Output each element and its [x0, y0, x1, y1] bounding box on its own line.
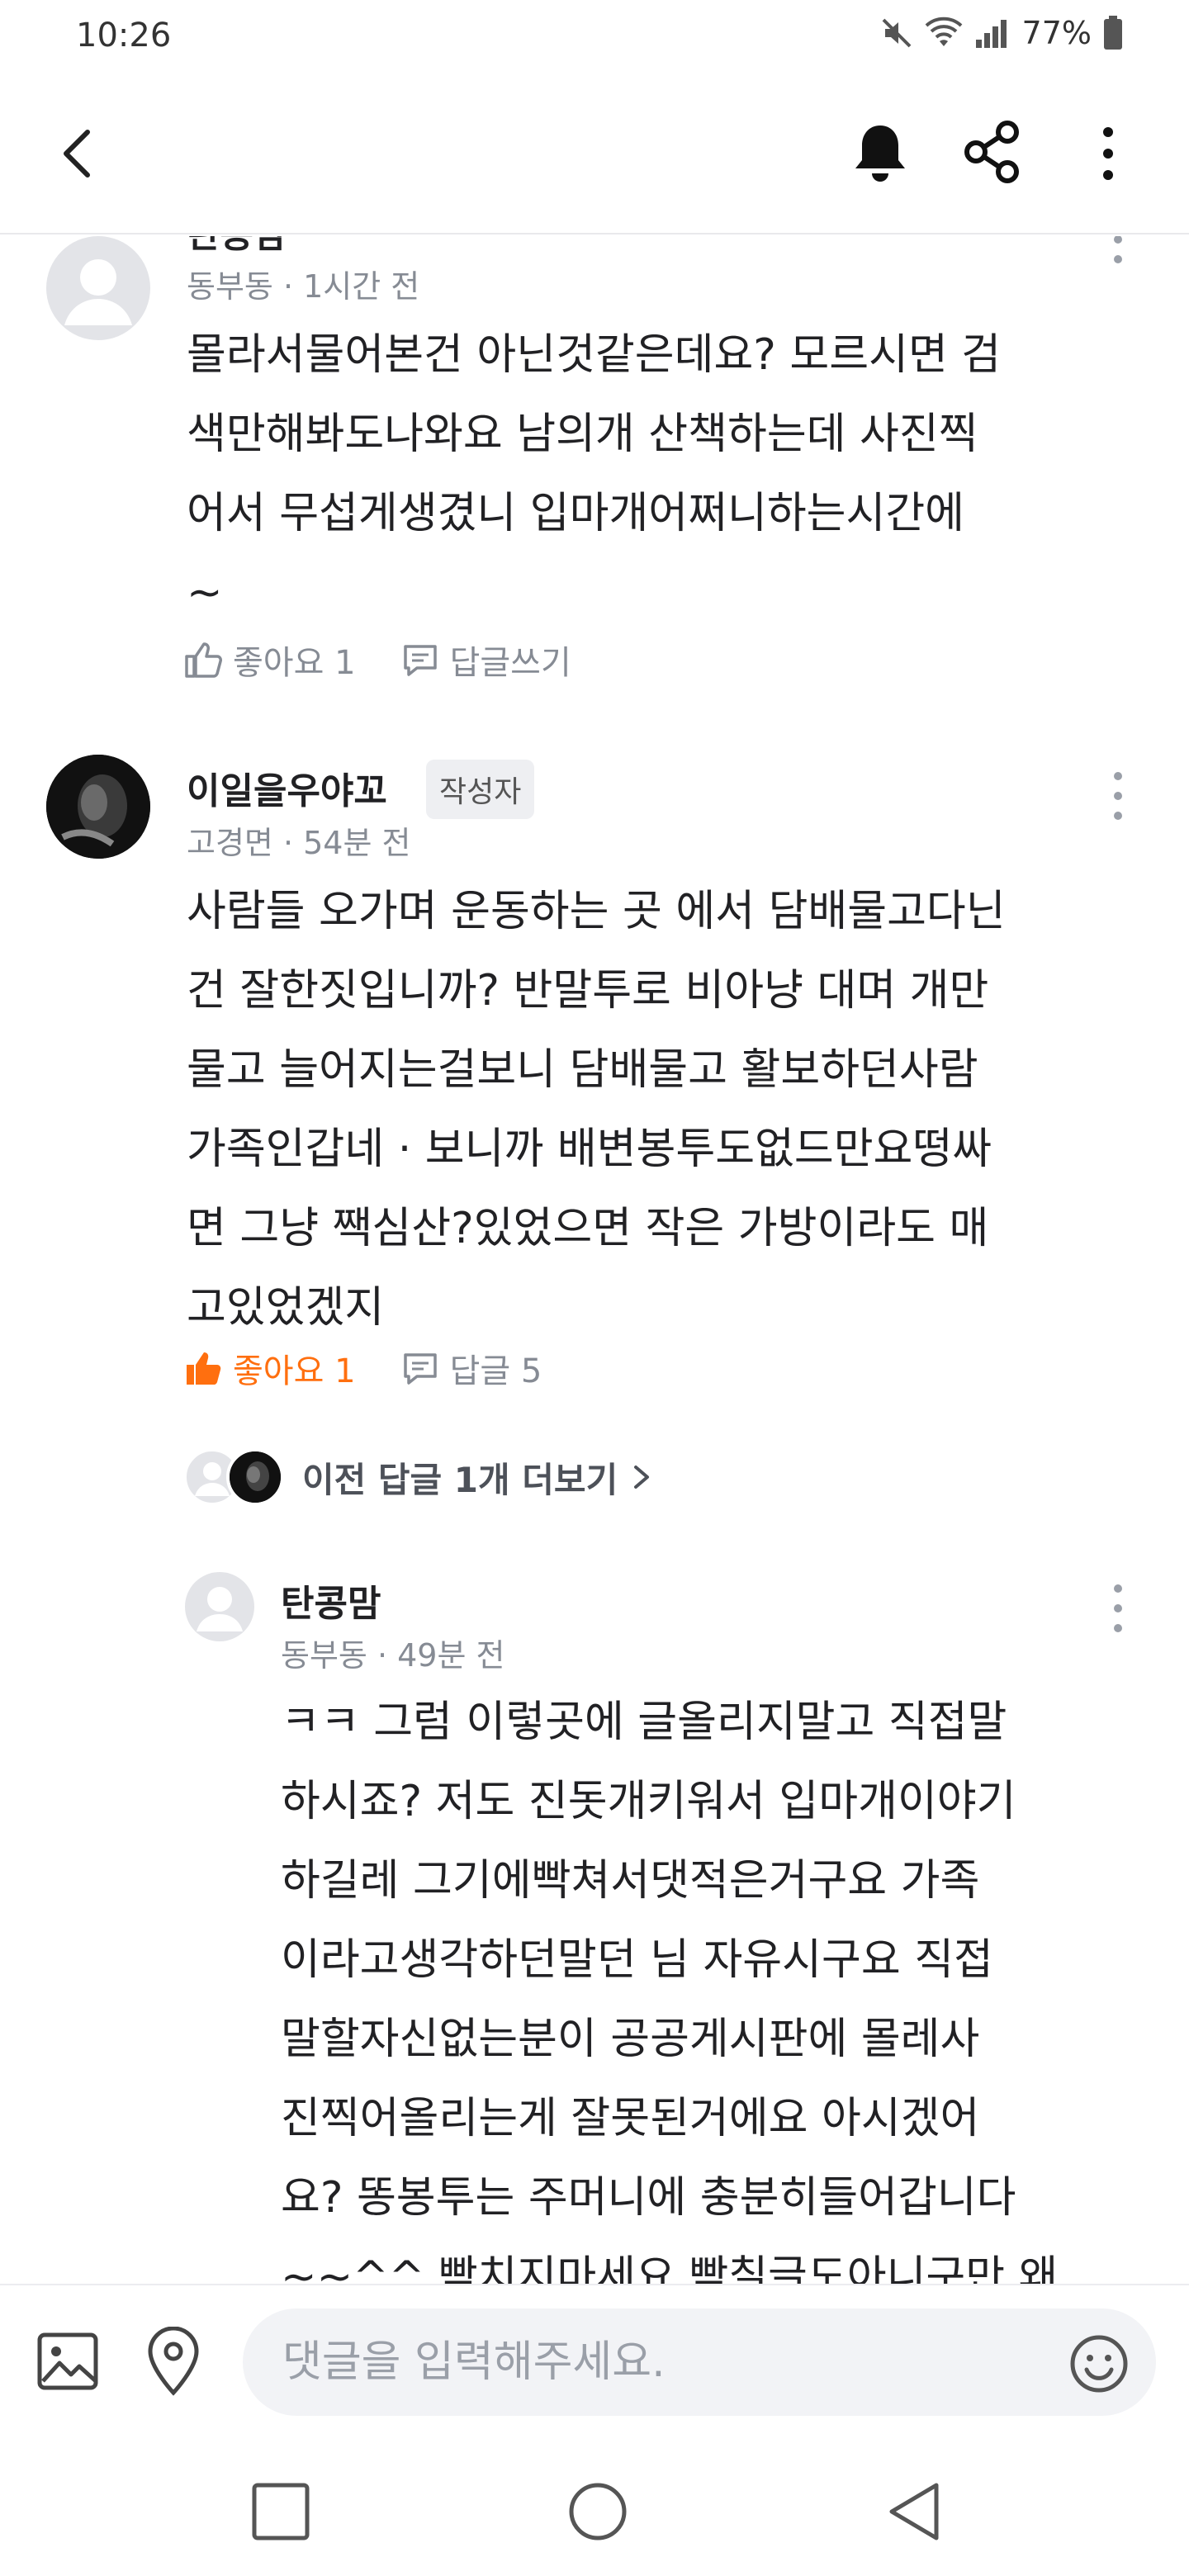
comment-body: 사람들 오가며 운동하는 곳 에서 담배물고다닌 건 잘한짓입니까? 반말투로 …	[187, 887, 1006, 1333]
comment-input-bar	[0, 2284, 1189, 2437]
chevron-right-icon	[634, 1466, 650, 1489]
back-button[interactable]	[50, 124, 109, 183]
status-time: 10:26	[76, 17, 172, 54]
reply-label: 답글 5	[449, 1352, 542, 1390]
home-button[interactable]	[565, 2479, 631, 2545]
location-button[interactable]	[145, 2326, 201, 2396]
back-triangle-icon	[889, 2483, 939, 2540]
comment-actions: 좋아요 1 답글 5	[183, 1344, 586, 1392]
emoji-icon	[1070, 2335, 1128, 2393]
home-icon	[569, 2483, 627, 2540]
comment-actions: 좋아요 1 답글쓰기	[183, 636, 616, 684]
comment-meta: 고경면 · 54분 전	[187, 825, 411, 861]
profile-photo-icon	[230, 1451, 281, 1503]
location-pin-icon	[148, 2326, 199, 2396]
default-profile-icon	[197, 1587, 243, 1631]
share-icon	[964, 121, 1019, 183]
recent-apps-button[interactable]	[248, 2479, 314, 2545]
reply-button[interactable]: 답글 5	[400, 1344, 542, 1392]
image-icon	[37, 2332, 98, 2390]
recent-apps-icon	[252, 2483, 310, 2540]
reply-button[interactable]: 답글쓰기	[400, 636, 571, 684]
status-bar: 10:26 77%	[0, 0, 1189, 73]
status-icons: 77%	[880, 15, 1123, 51]
comment-body: ㅋㅋ 그럼 이렇곳에 글올리지말고 직접말 하시죠? 저도 진돗개키워서 입마개…	[281, 1698, 1059, 2284]
comment-meta: 동부동 · 49분 전	[281, 1637, 505, 1674]
like-label: 좋아요 1	[233, 1352, 356, 1390]
more-vertical-icon	[1114, 1584, 1122, 1632]
profile-photo-icon	[46, 755, 150, 859]
like-button[interactable]: 좋아요 1	[183, 1344, 356, 1392]
reply-icon	[403, 1353, 437, 1385]
more-vertical-icon	[1103, 127, 1113, 180]
author-badge: 작성자	[426, 760, 535, 819]
comment-more-button[interactable]	[1101, 1580, 1135, 1638]
wifi-icon	[925, 17, 963, 50]
load-more-replies[interactable]: 이전 답글 1개 더보기	[183, 1448, 654, 1506]
reply-label: 답글쓰기	[449, 644, 571, 682]
avatar[interactable]	[185, 1572, 254, 1641]
notification-button[interactable]	[850, 121, 910, 187]
thumbs-up-filled-icon	[187, 1352, 221, 1385]
reply-item: 탄콩맘 동부동 · 49분 전 ㅋㅋ 그럼 이렇곳에 글올리지말고 직접말 하시…	[0, 1572, 1189, 2284]
image-attach-button[interactable]	[36, 2332, 99, 2391]
battery-icon	[1103, 16, 1123, 50]
comment-input[interactable]	[282, 2333, 1026, 2391]
comment-body: 몰라서물어본건 아닌것같은데요? 모르시면 검 색만해봐도나와요 남의개 산책하…	[187, 330, 1002, 618]
comment-author[interactable]: 탄콩맘	[281, 1574, 381, 1627]
reply-icon	[403, 645, 437, 676]
back-nav-button[interactable]	[882, 2479, 948, 2545]
system-nav-bar	[0, 2437, 1189, 2576]
more-replies-text: 이전 답글 1개 더보기	[302, 1459, 618, 1500]
signal-icon	[974, 17, 1011, 50]
comment-more-button[interactable]	[1101, 236, 1135, 269]
mute-icon	[880, 17, 913, 50]
bell-icon	[855, 125, 905, 182]
comment-meta: 동부동 · 1시간 전	[187, 268, 420, 305]
avatar[interactable]	[46, 755, 150, 859]
comment-input-container[interactable]	[243, 2308, 1156, 2416]
comment-author[interactable]: 이일을우야꼬	[187, 761, 387, 814]
share-button[interactable]	[961, 119, 1024, 185]
battery-percent: 77%	[1021, 15, 1092, 51]
avatar[interactable]	[46, 236, 150, 340]
like-label: 좋아요 1	[233, 644, 356, 682]
comment-item: 탄콩맘 동부동 · 1시간 전 몰라서물어본건 아닌것같은데요? 모르시면 검 …	[0, 236, 1189, 682]
more-options-button[interactable]	[1088, 122, 1128, 185]
more-vertical-icon	[1114, 236, 1122, 263]
comment-more-button[interactable]	[1101, 768, 1135, 826]
default-profile-icon	[64, 259, 132, 325]
thumbs-up-icon	[185, 642, 222, 678]
back-arrow-icon	[64, 130, 90, 178]
app-header	[0, 73, 1189, 234]
more-vertical-icon	[1114, 772, 1122, 820]
like-button[interactable]: 좋아요 1	[183, 636, 356, 684]
emoji-button[interactable]	[1068, 2333, 1130, 2394]
comment-author[interactable]: 탄콩맘	[187, 236, 287, 258]
reply-avatars	[183, 1448, 291, 1506]
avatar	[226, 1448, 284, 1506]
comment-list[interactable]: 탄콩맘 동부동 · 1시간 전 몰라서물어본건 아닌것같은데요? 모르시면 검 …	[0, 236, 1189, 2284]
comment-item: 이일을우야꼬 작성자 고경면 · 54분 전 사람들 오가며 운동하는 곳 에서…	[0, 755, 1189, 1390]
